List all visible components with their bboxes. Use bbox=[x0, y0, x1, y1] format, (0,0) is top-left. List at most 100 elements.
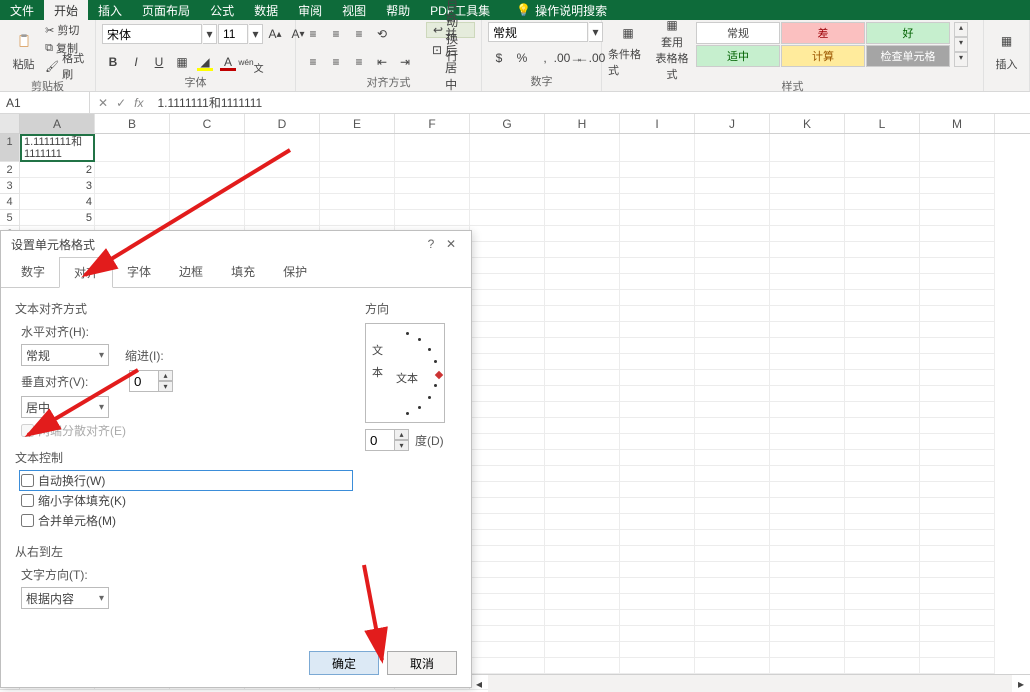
format-painter-button[interactable]: 🖌格式刷 bbox=[45, 58, 89, 74]
horizontal-scrollbar[interactable]: ◂ ▸ bbox=[470, 674, 1030, 692]
cell[interactable] bbox=[845, 306, 920, 322]
scroll-right-button[interactable]: ▸ bbox=[1012, 675, 1030, 692]
formula-input[interactable]: 1.1111111和1111111 bbox=[151, 94, 1030, 111]
cell[interactable] bbox=[845, 418, 920, 434]
cell[interactable] bbox=[920, 274, 995, 290]
percent-button[interactable]: % bbox=[511, 47, 533, 69]
cell[interactable] bbox=[470, 370, 545, 386]
cell[interactable] bbox=[320, 162, 395, 178]
cell[interactable] bbox=[920, 466, 995, 482]
cell[interactable] bbox=[545, 658, 620, 674]
cell[interactable] bbox=[770, 402, 845, 418]
cell[interactable] bbox=[770, 626, 845, 642]
cell[interactable] bbox=[920, 562, 995, 578]
cell[interactable] bbox=[770, 594, 845, 610]
align-left-button[interactable]: ≡ bbox=[302, 51, 324, 73]
cell[interactable] bbox=[920, 178, 995, 194]
cell[interactable] bbox=[695, 562, 770, 578]
cell[interactable] bbox=[770, 290, 845, 306]
cell[interactable] bbox=[620, 370, 695, 386]
cell[interactable] bbox=[920, 546, 995, 562]
phonetic-button[interactable]: wén文 bbox=[240, 51, 262, 73]
cell[interactable] bbox=[845, 402, 920, 418]
cell[interactable] bbox=[395, 210, 470, 226]
cell[interactable] bbox=[695, 610, 770, 626]
cell[interactable] bbox=[545, 450, 620, 466]
menu-help[interactable]: 帮助 bbox=[376, 0, 420, 21]
column-header-L[interactable]: L bbox=[845, 114, 920, 133]
cell[interactable] bbox=[920, 306, 995, 322]
cell[interactable] bbox=[470, 578, 545, 594]
cell[interactable] bbox=[695, 194, 770, 210]
cell[interactable] bbox=[470, 562, 545, 578]
currency-button[interactable]: $ bbox=[488, 47, 510, 69]
cell[interactable] bbox=[695, 226, 770, 242]
cell[interactable] bbox=[695, 578, 770, 594]
cell[interactable] bbox=[845, 610, 920, 626]
cell[interactable] bbox=[545, 226, 620, 242]
cell[interactable] bbox=[920, 322, 995, 338]
cell[interactable] bbox=[470, 402, 545, 418]
cell[interactable] bbox=[770, 562, 845, 578]
cell[interactable] bbox=[845, 162, 920, 178]
cell[interactable] bbox=[920, 258, 995, 274]
style-bad[interactable]: 差 bbox=[781, 22, 865, 44]
cell[interactable] bbox=[245, 178, 320, 194]
name-box[interactable]: A1 bbox=[0, 92, 90, 113]
cell[interactable] bbox=[395, 194, 470, 210]
style-check[interactable]: 检查单元格 bbox=[866, 45, 950, 67]
cell[interactable] bbox=[245, 210, 320, 226]
cell[interactable] bbox=[470, 226, 545, 242]
cell[interactable] bbox=[470, 642, 545, 658]
scroll-left-button[interactable]: ◂ bbox=[470, 675, 488, 692]
cell[interactable] bbox=[620, 226, 695, 242]
cell[interactable] bbox=[845, 450, 920, 466]
increase-indent-button[interactable]: ⇥ bbox=[394, 51, 416, 73]
row-header-5[interactable]: 5 bbox=[0, 210, 20, 226]
cell[interactable] bbox=[845, 562, 920, 578]
menu-search[interactable]: 💡 操作说明搜索 bbox=[506, 0, 617, 21]
cell[interactable] bbox=[545, 338, 620, 354]
font-name-input[interactable] bbox=[102, 24, 202, 44]
cell[interactable] bbox=[770, 194, 845, 210]
cell[interactable] bbox=[470, 322, 545, 338]
cell[interactable] bbox=[470, 274, 545, 290]
cell[interactable] bbox=[695, 658, 770, 674]
cell[interactable] bbox=[470, 338, 545, 354]
cell[interactable] bbox=[470, 610, 545, 626]
cell[interactable]: 5 bbox=[20, 210, 95, 226]
merge-center-button[interactable]: ⊡合并后居中 bbox=[426, 42, 475, 58]
align-middle-button[interactable]: ≡ bbox=[325, 23, 347, 45]
cell[interactable] bbox=[845, 578, 920, 594]
cell[interactable] bbox=[545, 482, 620, 498]
align-right-button[interactable]: ≡ bbox=[348, 51, 370, 73]
column-header-B[interactable]: B bbox=[95, 114, 170, 133]
cell[interactable] bbox=[470, 594, 545, 610]
tab-border[interactable]: 边框 bbox=[165, 257, 217, 287]
cell[interactable] bbox=[770, 434, 845, 450]
cell[interactable] bbox=[470, 530, 545, 546]
cell[interactable] bbox=[845, 290, 920, 306]
cell[interactable] bbox=[845, 594, 920, 610]
cell[interactable] bbox=[470, 546, 545, 562]
menu-file[interactable]: 文件 bbox=[0, 0, 44, 21]
font-name-combo[interactable]: ▾ bbox=[102, 24, 217, 44]
cancel-formula-icon[interactable]: ✕ bbox=[98, 96, 108, 110]
cell[interactable] bbox=[545, 322, 620, 338]
cell[interactable] bbox=[695, 386, 770, 402]
cell[interactable] bbox=[470, 178, 545, 194]
border-button[interactable]: ▦ bbox=[171, 51, 193, 73]
cell[interactable] bbox=[320, 178, 395, 194]
cells-insert-button[interactable]: ▦ 插入 bbox=[990, 22, 1023, 78]
cell[interactable] bbox=[95, 178, 170, 194]
cell[interactable] bbox=[920, 210, 995, 226]
cell[interactable] bbox=[545, 210, 620, 226]
cell[interactable] bbox=[545, 594, 620, 610]
merge-cells-checkbox[interactable]: 合并单元格(M) bbox=[21, 512, 351, 529]
underline-button[interactable]: U bbox=[148, 51, 170, 73]
cell[interactable] bbox=[845, 530, 920, 546]
cell[interactable] bbox=[920, 402, 995, 418]
cell[interactable] bbox=[620, 338, 695, 354]
menu-pagelayout[interactable]: 页面布局 bbox=[132, 0, 200, 21]
orientation-control[interactable]: 文本 文本 bbox=[365, 323, 445, 423]
